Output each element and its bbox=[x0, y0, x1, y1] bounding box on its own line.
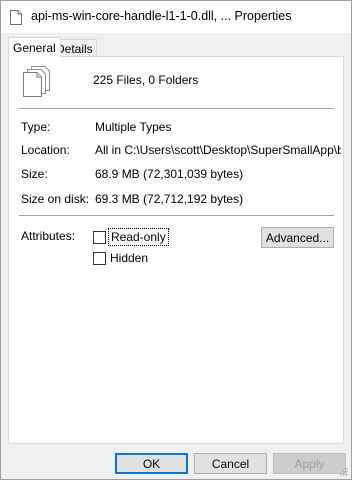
type-value: Multiple Types bbox=[95, 120, 172, 134]
location-value: All in C:\Users\scott\Desktop\SuperSmall… bbox=[95, 143, 341, 157]
hidden-label[interactable]: Hidden bbox=[110, 251, 148, 265]
document-icon bbox=[10, 10, 22, 25]
ok-button[interactable]: OK bbox=[115, 453, 188, 474]
size-value: 68.9 MB (72,301,039 bytes) bbox=[95, 167, 244, 181]
size-on-disk-value: 69.3 MB (72,712,192 bytes) bbox=[95, 192, 244, 206]
tab-general[interactable]: General bbox=[8, 37, 61, 58]
divider bbox=[19, 108, 334, 109]
read-only-checkbox[interactable] bbox=[93, 230, 106, 244]
title-bar[interactable]: api-ms-win-core-handle-l1-1-0.dll, ... P… bbox=[1, 1, 351, 33]
read-only-label[interactable]: Read-only bbox=[108, 228, 169, 246]
properties-window: api-ms-win-core-handle-l1-1-0.dll, ... P… bbox=[0, 0, 352, 480]
size-label: Size: bbox=[21, 167, 48, 181]
files-summary: 225 Files, 0 Folders bbox=[93, 73, 199, 87]
window-title: api-ms-win-core-handle-l1-1-0.dll, ... P… bbox=[31, 9, 292, 23]
general-panel: 225 Files, 0 Folders Type: Multiple Type… bbox=[8, 56, 344, 444]
type-label: Type: bbox=[21, 120, 51, 134]
apply-button[interactable]: Apply bbox=[273, 453, 346, 474]
multiple-files-icon bbox=[23, 66, 50, 97]
resize-grip-icon[interactable] bbox=[338, 466, 348, 476]
size-on-disk-label: Size on disk: bbox=[21, 192, 90, 206]
divider bbox=[19, 215, 334, 216]
hidden-checkbox-row[interactable]: Hidden bbox=[93, 250, 148, 266]
advanced-button[interactable]: Advanced... bbox=[261, 227, 334, 248]
hidden-checkbox[interactable] bbox=[93, 251, 106, 265]
attributes-label: Attributes: bbox=[21, 229, 76, 243]
location-label: Location: bbox=[21, 143, 70, 157]
read-only-checkbox-row[interactable]: Read-only bbox=[93, 228, 169, 246]
cancel-button[interactable]: Cancel bbox=[194, 453, 267, 474]
